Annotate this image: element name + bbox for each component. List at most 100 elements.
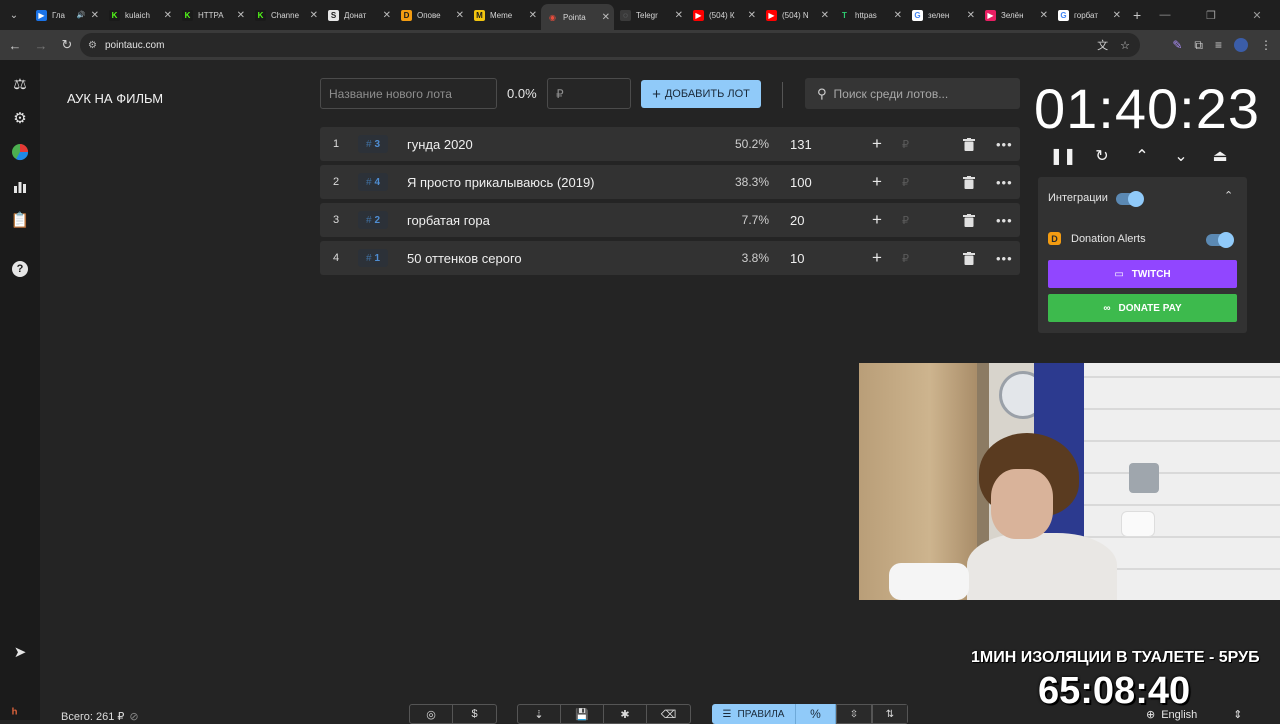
browser-tab[interactable]: K Channe ✕ <box>249 4 322 26</box>
integrations-toggle[interactable] <box>1116 191 1144 207</box>
tab-close-icon[interactable]: ✕ <box>894 10 902 21</box>
browser-tab[interactable]: ◌ Telegr ✕ <box>614 4 687 26</box>
lot-amount[interactable]: 20 <box>790 213 804 228</box>
browser-tab[interactable]: M Meme ✕ <box>468 4 541 26</box>
browser-tab[interactable]: Kkulaich ✕ <box>103 4 176 26</box>
twitch-button[interactable]: ▭ TWITCH <box>1048 260 1237 288</box>
tab-close-icon[interactable]: ✕ <box>1040 10 1048 21</box>
bookmark-star-icon[interactable]: ☆ <box>1120 39 1130 52</box>
media-controls-icon[interactable]: ≡ <box>1215 38 1222 52</box>
lot-id-tag[interactable]: #3 <box>358 135 388 153</box>
statistics-bar-chart-icon[interactable] <box>10 176 30 196</box>
hide-eye-icon[interactable]: ⊘ <box>129 711 138 723</box>
delete-trash-icon[interactable] <box>963 137 975 151</box>
lot-amount[interactable]: 10 <box>790 251 804 266</box>
tab-close-icon[interactable]: ✕ <box>91 10 99 21</box>
reset-timer-icon[interactable]: ↻ <box>1091 145 1113 167</box>
add-amount-plus-icon[interactable]: + <box>872 172 882 192</box>
forward-arrow-icon[interactable]: → <box>28 38 54 53</box>
browser-tab[interactable]: Thttpas ✕ <box>833 4 906 26</box>
bug-icon[interactable]: ✱ <box>604 705 647 723</box>
translate-icon[interactable]: ⽂ <box>1097 37 1108 53</box>
wheel-pie-icon[interactable] <box>10 142 30 162</box>
history-clipboard-icon[interactable]: 📋 <box>10 210 30 230</box>
tab-close-icon[interactable]: ✕ <box>529 10 537 21</box>
lot-name[interactable]: горбатая гора <box>407 213 490 228</box>
lot-search-input[interactable] <box>833 86 1004 101</box>
delete-trash-icon[interactable] <box>963 175 975 189</box>
add-amount-plus-icon[interactable]: + <box>872 134 882 154</box>
more-options-icon[interactable]: ••• <box>996 213 1013 228</box>
clear-trash-icon[interactable]: ⌫ <box>647 705 690 723</box>
dollar-icon[interactable]: $ <box>453 705 496 723</box>
browser-tab[interactable]: K HTTPA ✕ <box>176 4 249 26</box>
back-arrow-icon[interactable]: ← <box>2 38 28 53</box>
minimize-icon[interactable]: — <box>1142 9 1188 21</box>
restore-icon[interactable]: ❐ <box>1188 9 1234 22</box>
lot-row[interactable]: 4 #1 50 оттенков серого 3.8% 10 + ₽ ••• <box>320 241 1020 275</box>
tab-close-icon[interactable]: ✕ <box>237 10 245 21</box>
save-icon[interactable]: 💾 <box>561 705 604 723</box>
auction-title[interactable]: АУК НА ФИЛЬМ <box>67 91 163 106</box>
tab-close-icon[interactable]: ✕ <box>310 10 318 21</box>
browser-tab[interactable]: S Донат ✕ <box>322 4 395 26</box>
site-info-icon[interactable]: ⚙ <box>88 40 97 51</box>
compact-view-icon[interactable]: ⇳ <box>836 704 872 724</box>
reload-icon[interactable]: ↻ <box>54 37 80 53</box>
browser-tab[interactable]: ▶ Гла 🔊 ✕ <box>30 4 103 26</box>
tab-close-icon[interactable]: ✕ <box>748 10 756 21</box>
lot-search-field[interactable]: ⚲ <box>805 78 1020 109</box>
browser-tab[interactable]: Gгорбат ✕ <box>1052 4 1125 26</box>
download-icon[interactable]: ⇣ <box>518 705 561 723</box>
browser-tab[interactable]: ▶ (504) К ✕ <box>687 4 760 26</box>
address-bar[interactable]: ⚙ pointauc.com ⽂ ☆ <box>80 33 1140 57</box>
lot-add-currency[interactable]: ₽ <box>902 138 909 151</box>
pause-icon[interactable]: ❚❚ <box>1050 145 1077 167</box>
help-question-icon[interactable]: ? <box>10 259 30 279</box>
new-lot-name-input[interactable] <box>320 78 497 109</box>
new-tab-plus-icon[interactable]: + <box>1133 7 1141 23</box>
more-options-icon[interactable]: ••• <box>996 137 1013 152</box>
lot-amount[interactable]: 131 <box>790 137 812 152</box>
lot-name[interactable]: Я просто прикалываюсь (2019) <box>407 175 595 190</box>
more-options-icon[interactable]: ••• <box>996 251 1013 266</box>
rules-button[interactable]: ☰ ПРАВИЛА <box>712 704 796 724</box>
tab-close-icon[interactable]: ✕ <box>456 10 464 21</box>
lot-id-tag[interactable]: #4 <box>358 173 388 191</box>
time-up-chevron-icon[interactable]: ⌃ <box>1131 145 1153 167</box>
profile-avatar[interactable] <box>1234 38 1248 52</box>
lot-id-tag[interactable]: #1 <box>358 249 388 267</box>
tab-search-chevron-icon[interactable]: ⌄ <box>4 5 24 25</box>
auction-gavel-icon[interactable]: ⚖ <box>10 74 30 94</box>
sort-icon[interactable]: ⇅ <box>872 704 908 724</box>
browser-tab[interactable]: ◉ Pointa ✕ <box>541 4 614 30</box>
lot-amount[interactable]: 100 <box>790 175 812 190</box>
browser-tab[interactable]: ▶ Зелён ✕ <box>979 4 1052 26</box>
browser-tab[interactable]: Gзелен ✕ <box>906 4 979 26</box>
lot-id-tag[interactable]: #2 <box>358 211 388 229</box>
delete-trash-icon[interactable] <box>963 213 975 227</box>
collapse-chevron-up-icon[interactable]: ⌃ <box>1224 189 1233 202</box>
add-lot-button[interactable]: + ДОБАВИТЬ ЛОТ <box>641 80 761 108</box>
lot-add-currency[interactable]: ₽ <box>902 214 909 227</box>
close-window-icon[interactable]: ✕ <box>1234 9 1280 22</box>
add-amount-plus-icon[interactable]: + <box>872 248 882 268</box>
browser-menu-icon[interactable]: ⋮ <box>1260 38 1272 52</box>
lot-row[interactable]: 3 #2 горбатая гора 7.7% 20 + ₽ ••• <box>320 203 1020 237</box>
donation-alerts-toggle[interactable] <box>1206 232 1234 248</box>
lot-name[interactable]: гунда 2020 <box>407 137 473 152</box>
time-down-chevron-icon[interactable]: ⌄ <box>1170 145 1192 167</box>
tab-close-icon[interactable]: ✕ <box>967 10 975 21</box>
lot-add-currency[interactable]: ₽ <box>902 176 909 189</box>
extensions-puzzle-icon[interactable]: ⧉ <box>1194 38 1203 53</box>
donatepay-button[interactable]: ∞ DONATE PAY <box>1048 294 1237 322</box>
tab-close-icon[interactable]: ✕ <box>1113 10 1121 21</box>
extension-pen-icon[interactable]: ✎ <box>1172 38 1182 52</box>
tab-audio-icon[interactable]: 🔊 <box>77 11 86 19</box>
browser-tab[interactable]: ▶ (504) N ✕ <box>760 4 833 26</box>
lot-row[interactable]: 2 #4 Я просто прикалываюсь (2019) 38.3% 100 +… <box>320 165 1020 199</box>
time-double-up-icon[interactable]: ⏏ <box>1209 145 1231 167</box>
lot-name[interactable]: 50 оттенков серого <box>407 251 522 266</box>
tab-close-icon[interactable]: ✕ <box>164 10 172 21</box>
tab-close-icon[interactable]: ✕ <box>821 10 829 21</box>
